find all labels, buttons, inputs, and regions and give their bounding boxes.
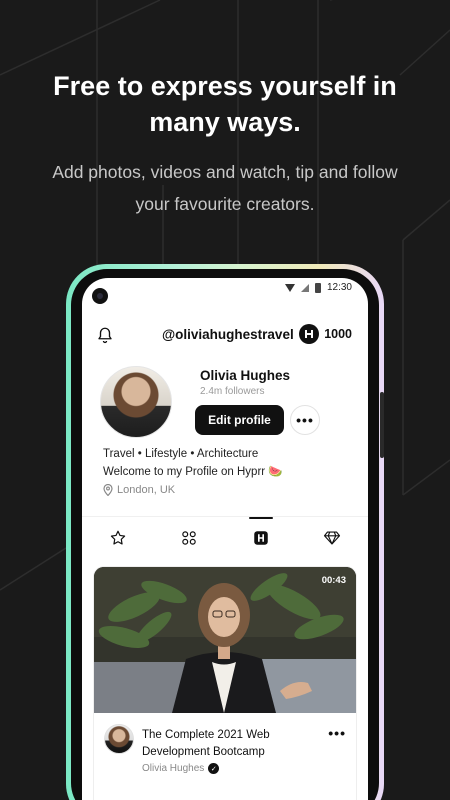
- diamond-icon: [324, 530, 341, 545]
- card-more-button[interactable]: •••: [328, 725, 346, 741]
- video-thumbnail-image: [94, 567, 356, 713]
- video-thumbnail[interactable]: 00:43: [94, 567, 356, 713]
- profile-tab-bar: [82, 516, 368, 558]
- app-screen: 12:30 @oliviahughestravel 1000 Olivia Hu…: [82, 278, 368, 800]
- promo-title: Free to express yourself in many ways.: [53, 71, 397, 137]
- more-options-button[interactable]: •••: [290, 405, 320, 435]
- author-name: Olivia Hughes: [142, 763, 205, 774]
- follower-count: 2.4m followers: [200, 386, 265, 397]
- wifi-icon: [284, 283, 295, 292]
- location: London, UK: [103, 484, 175, 496]
- bell-icon[interactable]: [96, 326, 114, 344]
- video-title[interactable]: The Complete 2021 Web Development Bootca…: [142, 727, 312, 761]
- camera-icon: [92, 288, 108, 304]
- star-icon: [110, 530, 125, 545]
- profile-name: Olivia Hughes: [200, 368, 291, 383]
- tab-hyprr[interactable]: [241, 516, 281, 558]
- bio-text: Welcome to my Profile on Hyprr 🍉: [103, 466, 283, 478]
- status-bar: 12:30: [82, 278, 368, 304]
- phone-side-button: [380, 392, 384, 458]
- coin-balance[interactable]: 1000: [299, 324, 352, 344]
- signal-icon: [300, 283, 309, 292]
- video-card[interactable]: 00:43 The Complete 2021 Web Development …: [94, 567, 356, 800]
- tab-grid[interactable]: [169, 518, 209, 558]
- location-pin-icon: [103, 484, 113, 496]
- profile-handle: @oliviahughestravel: [162, 327, 294, 342]
- video-duration: 00:43: [321, 575, 346, 586]
- author-avatar[interactable]: [104, 724, 134, 754]
- card-author[interactable]: Olivia Hughes ✓: [142, 763, 220, 774]
- verified-badge-icon: ✓: [208, 763, 220, 774]
- edit-profile-button[interactable]: Edit profile: [195, 405, 284, 435]
- tab-premium[interactable]: [312, 518, 352, 558]
- profile-avatar[interactable]: [100, 366, 172, 438]
- app-header: @oliviahughestravel 1000: [82, 320, 368, 350]
- battery-icon: [314, 282, 321, 293]
- bio-tags: Travel • Lifestyle • Architecture: [103, 448, 259, 460]
- grid-icon: [182, 530, 197, 545]
- hyprr-coin-icon: [299, 324, 320, 344]
- promo-subtitle: Add photos, videos and watch, tip and fo…: [52, 162, 398, 214]
- hyprr-icon: [254, 530, 268, 545]
- tab-favorites[interactable]: [98, 518, 138, 558]
- status-time: 12:30: [326, 282, 352, 293]
- coin-count: 1000: [324, 327, 352, 341]
- location-text: London, UK: [117, 484, 176, 496]
